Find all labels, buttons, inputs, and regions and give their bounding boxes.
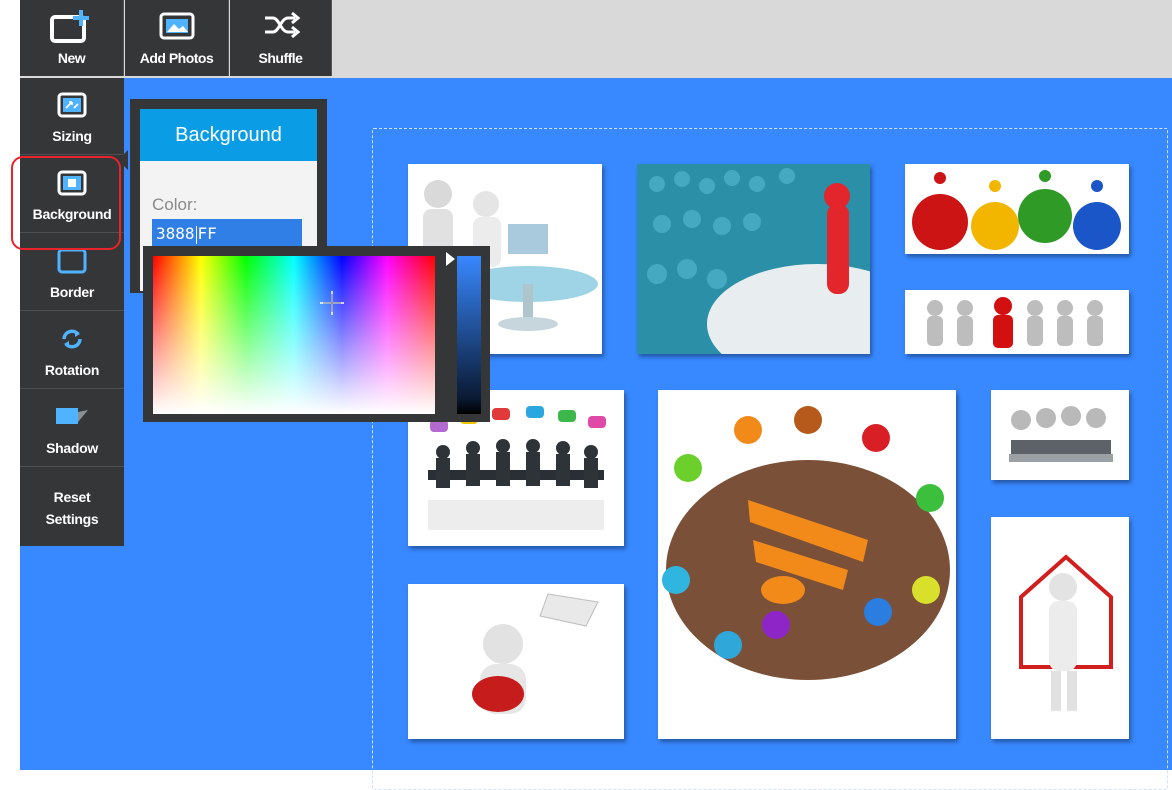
person-with-house-photo xyxy=(1019,554,1113,711)
sidebar-item-shadow[interactable]: Shadow xyxy=(20,390,124,467)
add-photos-label: Add Photos xyxy=(139,50,214,66)
new-collage-icon xyxy=(49,8,95,49)
brightness-slider[interactable] xyxy=(457,256,481,414)
sidebar-label-reset-settings: Reset Settings xyxy=(45,489,99,527)
photo-icon xyxy=(157,8,197,45)
panel-pointer-arrow xyxy=(118,150,128,170)
photo-tile[interactable] xyxy=(905,290,1129,354)
shadow-icon xyxy=(54,404,90,433)
selected-highlight-ring xyxy=(11,156,121,250)
courier-with-envelope-photo xyxy=(472,593,599,714)
photo-tile[interactable] xyxy=(637,164,870,354)
sidebar-label-sizing: Sizing xyxy=(52,128,92,144)
new-button[interactable]: New xyxy=(20,0,124,76)
color-value-start: 3888 xyxy=(156,224,195,243)
panel-title: Background xyxy=(140,109,317,161)
photo-tile[interactable] xyxy=(905,164,1129,254)
round-table-rss-photo xyxy=(662,406,950,680)
color-value-end: FF xyxy=(197,224,217,243)
sidebar-label-border: Border xyxy=(49,284,95,300)
color-label: Color: xyxy=(152,195,198,214)
add-photos-button[interactable]: Add Photos xyxy=(125,0,229,76)
photo-tile[interactable] xyxy=(991,390,1129,480)
new-label: New xyxy=(57,50,86,66)
shuffle-button[interactable]: Shuffle xyxy=(230,0,332,76)
settings-sidebar: Sizing Background Border Rotation Shadow… xyxy=(20,78,124,546)
photo-tile[interactable] xyxy=(658,390,956,739)
sidebar-item-reset-settings[interactable]: Reset Settings xyxy=(20,468,124,546)
color-hex-input[interactable]: 3888 FF xyxy=(152,219,302,249)
rotation-icon xyxy=(57,326,87,355)
sizing-icon xyxy=(57,92,87,121)
photo-tile[interactable] xyxy=(408,584,624,739)
text-caret xyxy=(195,225,197,244)
team-lineup-photo xyxy=(927,297,1103,348)
shuffle-icon xyxy=(261,8,301,45)
toolbar-gutter xyxy=(0,0,20,78)
call-center-photo xyxy=(1009,406,1113,462)
color-spectrum-area[interactable] xyxy=(153,256,435,414)
people-on-gears-photo xyxy=(912,170,1121,250)
crosshair-icon xyxy=(320,291,344,315)
brightness-slider-handle[interactable] xyxy=(446,252,455,266)
shuffle-label: Shuffle xyxy=(258,50,303,66)
sidebar-item-rotation[interactable]: Rotation xyxy=(20,312,124,389)
sidebar-label-rotation: Rotation xyxy=(44,362,100,378)
border-icon xyxy=(57,248,87,277)
color-picker xyxy=(143,246,490,422)
sidebar-label-shadow: Shadow xyxy=(46,440,98,456)
photo-tile[interactable] xyxy=(991,517,1129,739)
sidebar-item-sizing[interactable]: Sizing xyxy=(20,78,124,155)
crowd-red-leader-photo xyxy=(637,164,870,354)
